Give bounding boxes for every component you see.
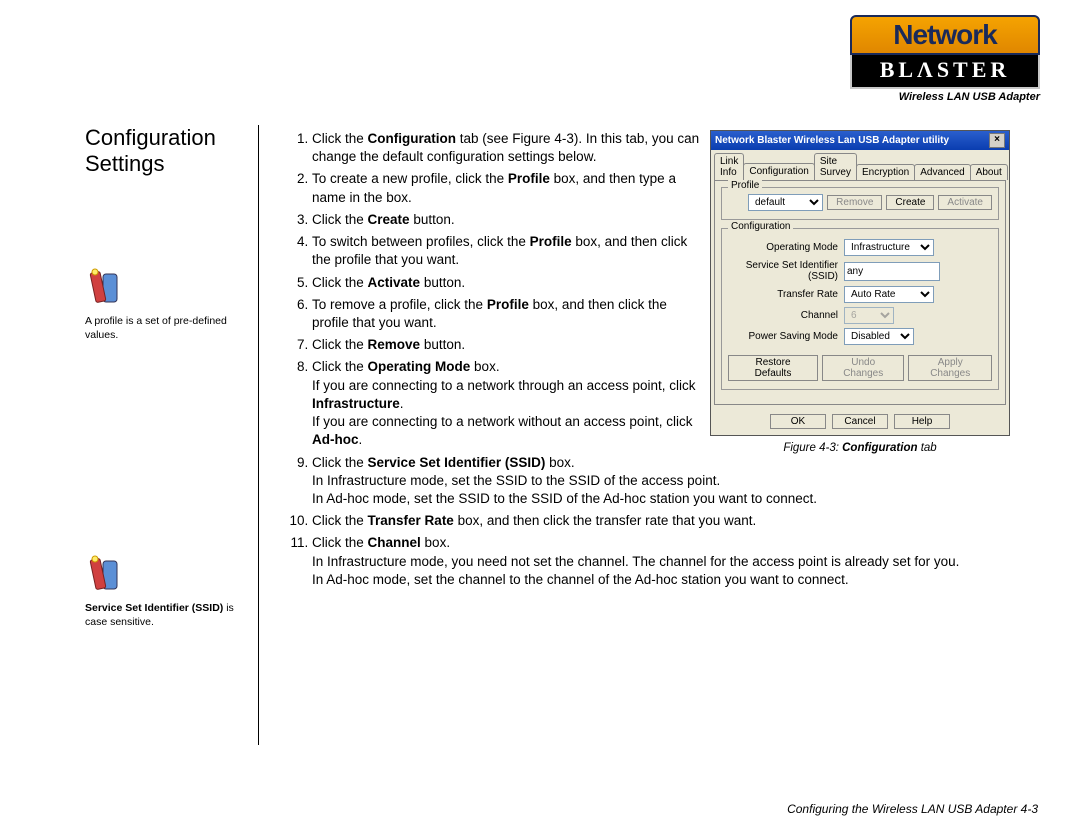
step-10: Click the Transfer Rate box, and then cl… <box>312 512 1012 530</box>
close-icon[interactable]: × <box>989 133 1005 148</box>
step-11: Click the Channel box. In Infrastructure… <box>312 534 1012 589</box>
restore-defaults-button[interactable]: Restore Defaults <box>728 355 818 381</box>
transfer-rate-select[interactable]: Auto Rate <box>844 286 934 303</box>
configuration-group-label: Configuration <box>728 221 793 232</box>
apply-changes-button[interactable]: Apply Changes <box>908 355 992 381</box>
ok-button[interactable]: OK <box>770 414 826 429</box>
power-saving-label: Power Saving Mode <box>728 331 844 342</box>
instruction-list-wide: Click the Service Set Identifier (SSID) … <box>290 454 1010 590</box>
note-icon <box>85 268 125 308</box>
margin-note-ssid: Service Set Identifier (SSID) is case se… <box>85 555 235 629</box>
logo-subtitle: Wireless LAN USB Adapter <box>850 91 1040 103</box>
brand-logo: Network BLΛSTER Wireless LAN USB Adapter <box>850 15 1040 103</box>
cancel-button[interactable]: Cancel <box>832 414 888 429</box>
margin-note-ssid-bold: Service Set Identifier (SSID) <box>85 602 223 614</box>
configuration-group: Configuration Operating Mode Infrastruct… <box>721 228 999 390</box>
step-6: To remove a profile, click the Profile b… <box>312 296 707 332</box>
step-8: Click the Operating Mode box. If you are… <box>312 358 707 449</box>
channel-label: Channel <box>728 310 844 321</box>
tab-about[interactable]: About <box>970 164 1008 180</box>
remove-button[interactable]: Remove <box>827 195 882 210</box>
column-divider <box>258 125 259 745</box>
logo-top-text: Network <box>850 15 1040 55</box>
tab-link-info[interactable]: Link Info <box>714 153 744 180</box>
profile-select[interactable]: default <box>748 194 823 211</box>
window-titlebar: Network Blaster Wireless Lan USB Adapter… <box>711 131 1009 150</box>
tab-strip: Link Info Configuration Site Survey Encr… <box>711 150 1009 180</box>
operating-mode-select[interactable]: Infrastructure <box>844 239 934 256</box>
page-title: Configuration Settings <box>85 125 216 178</box>
activate-button[interactable]: Activate <box>938 195 992 210</box>
figure-caption: Figure 4-3: Configuration tab <box>710 442 1010 454</box>
figure-4-3: Network Blaster Wireless Lan USB Adapter… <box>710 130 1010 454</box>
tab-encryption[interactable]: Encryption <box>856 164 915 180</box>
step-3: Click the Create button. <box>312 211 707 229</box>
margin-note-profile-text: A profile is a set of pre-defined values… <box>85 315 227 341</box>
window-title-text: Network Blaster Wireless Lan USB Adapter… <box>715 135 949 146</box>
create-button[interactable]: Create <box>886 195 934 210</box>
ssid-label: Service Set Identifier (SSID) <box>728 260 844 282</box>
page-footer: Configuring the Wireless LAN USB Adapter… <box>787 802 1038 816</box>
operating-mode-label: Operating Mode <box>728 242 844 253</box>
utility-window: Network Blaster Wireless Lan USB Adapter… <box>710 130 1010 436</box>
ssid-input[interactable] <box>844 262 940 281</box>
power-saving-select[interactable]: Disabled <box>844 328 914 345</box>
step-2: To create a new profile, click the Profi… <box>312 170 707 206</box>
channel-select[interactable]: 6 <box>844 307 894 324</box>
tab-site-survey[interactable]: Site Survey <box>814 153 857 180</box>
undo-changes-button[interactable]: Undo Changes <box>822 355 904 381</box>
tab-advanced[interactable]: Advanced <box>914 164 970 180</box>
transfer-rate-label: Transfer Rate <box>728 289 844 300</box>
tab-panel: Profile default Remove Create Activate C… <box>714 180 1006 405</box>
profile-group: Profile default Remove Create Activate <box>721 187 999 220</box>
logo-bottom-text: BLΛSTER <box>850 55 1040 89</box>
step-9: Click the Service Set Identifier (SSID) … <box>312 454 1012 509</box>
help-button[interactable]: Help <box>894 414 950 429</box>
profile-group-label: Profile <box>728 180 762 191</box>
step-1: Click the Configuration tab (see Figure … <box>312 130 707 166</box>
step-7: Click the Remove button. <box>312 336 707 354</box>
step-5: Click the Activate button. <box>312 274 707 292</box>
tab-configuration[interactable]: Configuration <box>743 163 814 180</box>
note-icon <box>85 555 125 595</box>
margin-note-profile: A profile is a set of pre-defined values… <box>85 268 235 342</box>
step-4: To switch between profiles, click the Pr… <box>312 233 707 269</box>
